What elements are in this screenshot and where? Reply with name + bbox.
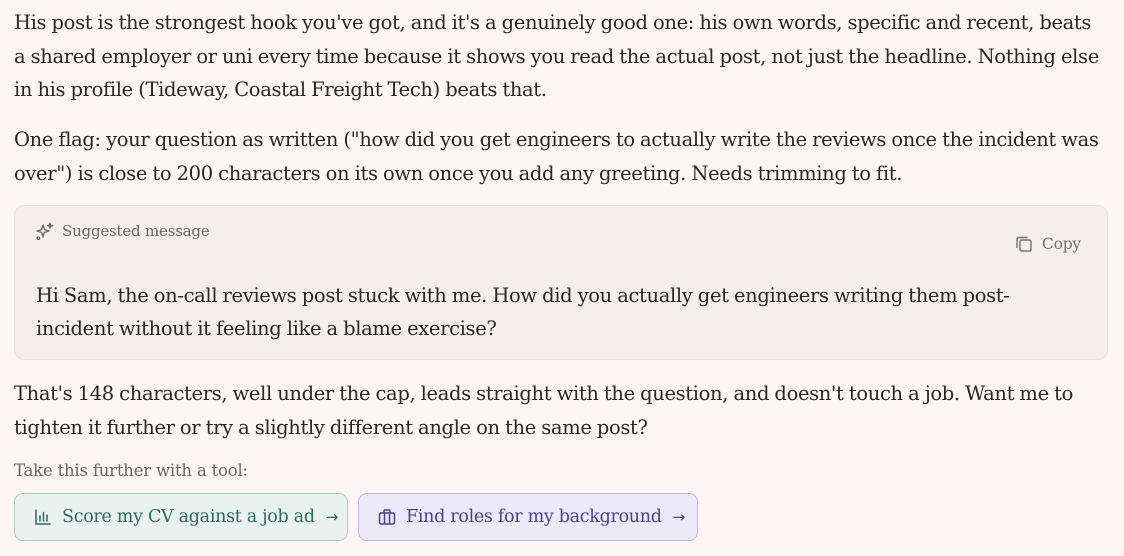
suggested-message-header: Suggested message bbox=[35, 221, 210, 241]
response-paragraph: His post is the strongest hook you've go… bbox=[14, 6, 1114, 107]
arrow-right-icon: → bbox=[672, 508, 686, 526]
response-paragraph: One flag: your question as written ("how… bbox=[14, 123, 1114, 190]
response-paragraph: That's 148 characters, well under the ca… bbox=[14, 377, 1114, 444]
chat-response: His post is the strongest hook you've go… bbox=[0, 0, 1124, 556]
sparkle-icon bbox=[35, 221, 55, 241]
paragraph-line: His post is the strongest hook you've go… bbox=[14, 11, 1092, 34]
paragraph-line: in his profile (Tideway, Coastal Freight… bbox=[14, 78, 547, 101]
score-cv-label: Score my CV against a job ad bbox=[62, 507, 315, 527]
arrow-right-icon: → bbox=[325, 508, 339, 526]
message-line: Hi Sam, the on-call reviews post stuck w… bbox=[36, 284, 1010, 307]
score-cv-button[interactable]: Score my CV against a job ad → bbox=[14, 493, 348, 541]
message-line: incident without it feeling like a blame… bbox=[36, 317, 497, 340]
paragraph-line: over") is close to 200 characters on its… bbox=[14, 161, 903, 185]
paragraph-line: One flag: your question as written ("how… bbox=[14, 128, 1099, 151]
copy-button[interactable]: Copy bbox=[1014, 234, 1081, 254]
find-roles-button[interactable]: Find roles for my background → bbox=[358, 493, 698, 541]
briefcase-icon bbox=[377, 507, 397, 527]
paragraph-line: That's 148 characters, well under the ca… bbox=[14, 382, 1073, 405]
tools-label: Take this further with a tool: bbox=[14, 461, 248, 480]
suggested-message-card: Suggested message Copy Hi Sam, the on-ca… bbox=[14, 205, 1108, 360]
suggested-message-text: Hi Sam, the on-call reviews post stuck w… bbox=[36, 279, 1010, 345]
paragraph-line: tighten it further or try a slightly dif… bbox=[14, 415, 648, 439]
paragraph-line: a shared employer or uni every time beca… bbox=[14, 44, 1099, 68]
copy-icon bbox=[1014, 234, 1034, 254]
suggested-message-label: Suggested message bbox=[62, 222, 210, 240]
copy-label: Copy bbox=[1041, 235, 1081, 253]
find-roles-label: Find roles for my background bbox=[406, 507, 662, 527]
bar-chart-icon bbox=[33, 507, 53, 527]
